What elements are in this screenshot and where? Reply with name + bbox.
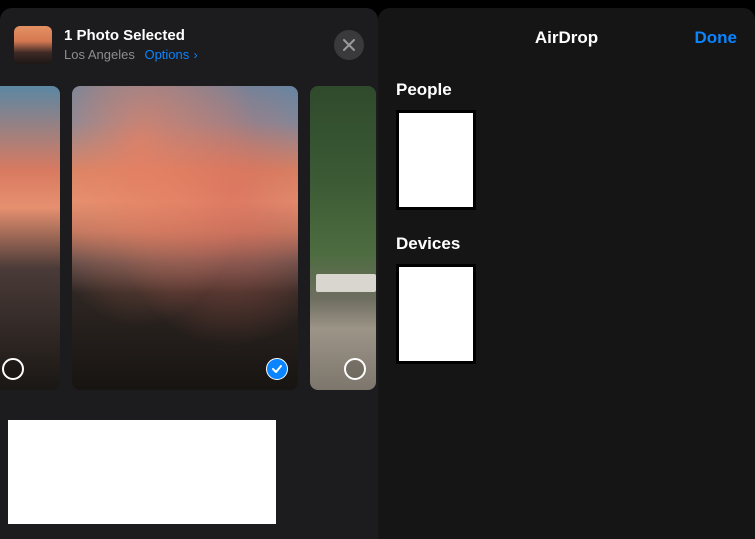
devices-section-title: Devices [396, 234, 737, 254]
airdrop-person-tile[interactable] [396, 110, 476, 210]
share-sheet: 1 Photo Selected Los Angeles Options › [0, 8, 378, 539]
airdrop-title: AirDrop [535, 28, 598, 48]
close-button[interactable] [334, 30, 364, 60]
close-icon [343, 39, 355, 51]
select-circle-icon[interactable] [344, 358, 366, 380]
chevron-right-icon: › [190, 48, 197, 62]
share-targets-placeholder [8, 420, 276, 524]
share-header: 1 Photo Selected Los Angeles Options › [0, 8, 378, 74]
photo-item[interactable] [72, 86, 298, 390]
airdrop-header: AirDrop Done [378, 8, 755, 66]
photo-item[interactable] [0, 86, 60, 390]
share-location: Los Angeles [64, 47, 135, 62]
share-title-block: 1 Photo Selected Los Angeles Options › [64, 27, 322, 63]
selected-photo-thumbnail [14, 26, 52, 64]
done-button[interactable]: Done [695, 28, 738, 48]
options-link[interactable]: Options › [144, 47, 197, 62]
airdrop-device-tile[interactable] [396, 264, 476, 364]
photo-carousel[interactable] [0, 74, 378, 390]
share-subtitle: Los Angeles Options › [64, 47, 322, 63]
share-title: 1 Photo Selected [64, 27, 322, 45]
photo-item[interactable] [310, 86, 376, 390]
selected-checkmark-icon[interactable] [266, 358, 288, 380]
people-section-title: People [396, 80, 737, 100]
devices-section: Devices [378, 234, 755, 374]
people-section: People [378, 80, 755, 220]
select-circle-icon[interactable] [2, 358, 24, 380]
airdrop-panel: AirDrop Done People Devices [378, 8, 755, 539]
